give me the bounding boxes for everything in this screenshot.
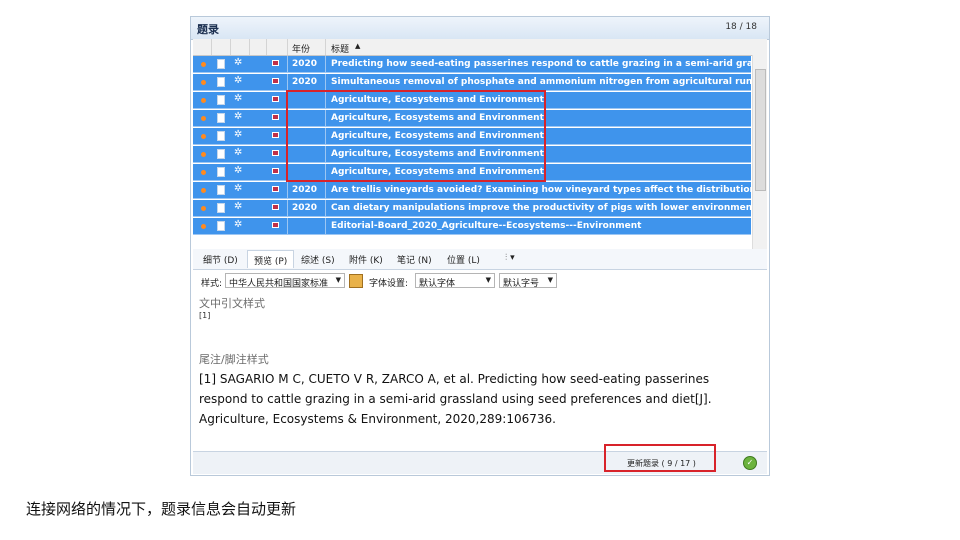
pin-icon[interactable]: ✲: [234, 183, 242, 194]
column-year[interactable]: 年份: [292, 42, 310, 55]
row-title: Predicting how seed-eating passerines re…: [331, 59, 751, 69]
grid-header: 年份 标题 ▲: [193, 39, 767, 56]
font-select[interactable]: 默认字体 ▼: [415, 273, 495, 288]
row-year: 2020: [292, 77, 318, 87]
table-row[interactable]: ✲ 2020 Can dietary manipulations improve t…: [193, 200, 751, 217]
status-dot-icon: [201, 206, 206, 211]
chevron-down-icon: ▼: [485, 276, 491, 284]
column-title[interactable]: 标题: [331, 42, 349, 55]
document-icon: [217, 113, 225, 123]
style-editor-icon[interactable]: [349, 274, 363, 288]
flag-icon: [272, 78, 279, 84]
row-year: 2020: [292, 203, 318, 213]
flag-icon: [272, 132, 279, 138]
footnote-style-heading: 尾注/脚注样式: [199, 353, 269, 366]
document-icon: [217, 203, 225, 213]
row-year: 2020: [292, 185, 318, 195]
style-select[interactable]: 中华人民共和国国家标准 ▼: [225, 273, 345, 288]
window-title: 题录: [197, 23, 219, 36]
pin-icon[interactable]: ✲: [234, 111, 242, 122]
tab-notes[interactable]: 笔记 (N): [397, 253, 432, 266]
table-row[interactable]: ✲ Editorial-Board_2020_Agriculture--Ecosy…: [193, 218, 751, 235]
vertical-scrollbar[interactable]: [752, 55, 767, 253]
table-row[interactable]: ✲ 2020 Simultaneous removal of phosphate a…: [193, 74, 751, 91]
pin-icon[interactable]: ✲: [234, 129, 242, 140]
style-label: 样式:: [201, 279, 223, 289]
flag-icon: [272, 96, 279, 102]
status-dot-icon: [201, 224, 206, 229]
tab-location[interactable]: 位置 (L): [447, 253, 480, 266]
tab-preview[interactable]: 预览 (P): [247, 250, 295, 268]
scroll-thumb[interactable]: [755, 69, 766, 191]
citation-text: [1] SAGARIO M C, CUETO V R, ZARCO A, et …: [199, 372, 712, 426]
font-label: 字体设置:: [369, 279, 409, 289]
check-icon[interactable]: ✓: [743, 456, 757, 470]
slide-caption: 连接网络的情况下，题录信息会自动更新: [26, 500, 297, 518]
flag-icon: [272, 60, 279, 66]
row-title: Editorial-Board_2020_Agriculture--Ecosys…: [331, 221, 642, 231]
flag-icon: [272, 204, 279, 210]
status-dot-icon: [201, 98, 206, 103]
flag-icon: [272, 114, 279, 120]
document-icon: [217, 77, 225, 87]
pin-icon[interactable]: ✲: [234, 147, 242, 158]
window-titlebar: 题录 18 / 18: [191, 17, 769, 40]
pin-icon[interactable]: ✲: [234, 93, 242, 104]
reference-window: 题录 18 / 18 年份 标题 ▲ ✲ 2020 Predicting how s…: [190, 16, 770, 476]
document-icon: [217, 185, 225, 195]
status-dot-icon: [201, 62, 206, 67]
record-count: 18 / 18: [725, 22, 757, 32]
pin-icon[interactable]: ✲: [234, 57, 242, 68]
tab-details[interactable]: 细节 (D): [203, 253, 238, 266]
row-year: 2020: [292, 59, 318, 69]
chevron-down-icon: ▼: [547, 276, 553, 284]
detail-tabs: 细节 (D) 预览 (P) 综述 (S) 附件 (K) 笔记 (N) 位置 (L…: [193, 249, 767, 270]
document-icon: [217, 149, 225, 159]
pin-icon[interactable]: ✲: [234, 201, 242, 212]
pin-icon[interactable]: ✲: [234, 75, 242, 86]
status-dot-icon: [201, 80, 206, 85]
row-title: Can dietary manipulations improve the pr…: [331, 203, 751, 213]
status-dot-icon: [201, 134, 206, 139]
table-row[interactable]: ✲ 2020 Predicting how seed-eating passerin…: [193, 56, 751, 73]
chevron-down-icon: ▼: [335, 276, 341, 284]
status-dot-icon: [201, 188, 206, 193]
table-row[interactable]: ✲ 2020 Are trellis vineyards avoided? Exam…: [193, 182, 751, 199]
row-title: Are trellis vineyards avoided? Examining…: [331, 185, 751, 195]
intext-ref: [1]: [199, 311, 211, 320]
clip-icon[interactable]: ⫶ ▾: [505, 253, 515, 263]
document-icon: [217, 131, 225, 141]
status-dot-icon: [201, 152, 206, 157]
preview-toolbar: 样式: 中华人民共和国国家标准 ▼ 字体设置: 默认字体 ▼ 默认字号 ▼: [193, 271, 767, 291]
tab-summary[interactable]: 综述 (S): [301, 253, 335, 266]
intext-style-heading: 文中引文样式: [199, 297, 265, 310]
size-select[interactable]: 默认字号 ▼: [499, 273, 557, 288]
pin-icon[interactable]: ✲: [234, 165, 242, 176]
row-title: Simultaneous removal of phosphate and am…: [331, 77, 751, 87]
pin-icon[interactable]: ✲: [234, 219, 242, 230]
document-icon: [217, 221, 225, 231]
highlight-box-rows: [286, 90, 546, 182]
flag-icon: [272, 222, 279, 228]
highlight-box-status: [604, 444, 716, 472]
sort-up-icon[interactable]: ▲: [355, 42, 360, 50]
status-dot-icon: [201, 170, 206, 175]
flag-icon: [272, 150, 279, 156]
status-dot-icon: [201, 116, 206, 121]
document-icon: [217, 167, 225, 177]
flag-icon: [272, 186, 279, 192]
document-icon: [217, 59, 225, 69]
document-icon: [217, 95, 225, 105]
tab-attachments[interactable]: 附件 (K): [349, 253, 383, 266]
flag-icon: [272, 168, 279, 174]
